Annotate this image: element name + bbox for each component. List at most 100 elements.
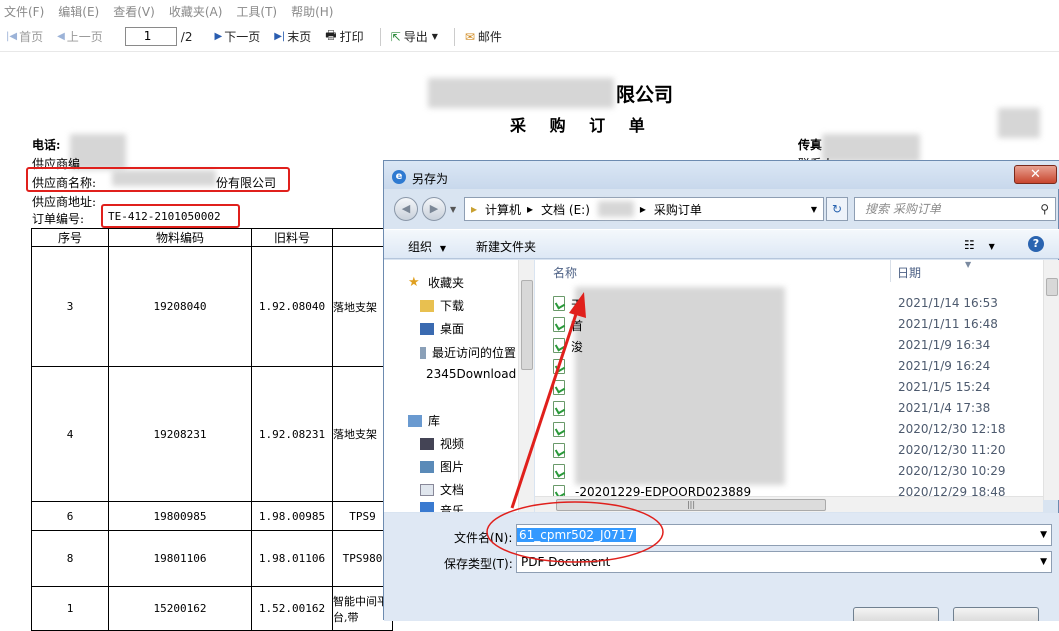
cell-old: 1.98.00985 [251, 501, 333, 531]
table-header-row: 序号 物料编码 旧料号 [31, 228, 393, 247]
nav-downloads[interactable]: 下载 [420, 297, 464, 314]
nav-music[interactable]: 音乐 [420, 502, 464, 512]
desktop-icon [420, 322, 434, 335]
header-material-code: 物料编码 [108, 228, 252, 247]
mail-button[interactable]: ✉ 邮件 [461, 26, 506, 47]
redacted-fax [822, 134, 920, 162]
table-row: 3 19208040 1.92.08040 落地支架 [31, 246, 393, 367]
video-icon [420, 437, 434, 450]
column-date[interactable]: 日期 [897, 260, 921, 284]
highlight-box-order-number [101, 204, 240, 228]
nav-2345downloads[interactable]: 2345Downloads [420, 367, 516, 381]
header-seq: 序号 [31, 228, 109, 247]
menu-tools[interactable]: 工具(T) [236, 3, 277, 20]
file-list: 名称 日期 ▼ 天 2021/1/14 16:53 首 2021/1/11 16:4… [535, 260, 1059, 500]
chevron-down-icon: ▼ [1040, 557, 1047, 567]
pictures-icon [420, 460, 434, 473]
search-input[interactable]: 搜索 采购订单 ⚲ [854, 197, 1056, 221]
file-list-scrollbar-thumb[interactable] [1046, 278, 1058, 296]
cell-code: 19208231 [108, 366, 252, 502]
file-row[interactable]: 2020/12/30 11:20 [543, 441, 1043, 462]
file-row[interactable]: 2021/1/4 17:38 [543, 399, 1043, 420]
company-name-suffix: 限公司 [616, 84, 674, 106]
first-page-button[interactable]: |◀ 首页 [2, 26, 47, 47]
file-row[interactable]: 浚 2021/1/9 16:34 [543, 336, 1043, 357]
menu-file[interactable]: 文件(F) [4, 3, 44, 20]
nav-desktop[interactable]: 桌面 [420, 320, 464, 337]
menu-edit[interactable]: 编辑(E) [58, 3, 99, 20]
redacted-logo [998, 108, 1040, 138]
chevron-down-icon[interactable]: ▼ [1040, 525, 1047, 545]
file-row[interactable]: 2020/12/30 10:29 [543, 462, 1043, 483]
nav-recent[interactable]: 最近访问的位置 [420, 344, 516, 361]
cell-seq: 3 [31, 246, 109, 367]
save-options-pane: 文件名(N): 61_cpmr502_J0717 ▼ 保存类型(T): PDF D… [384, 513, 1059, 621]
refresh-button[interactable]: ↻ [826, 197, 848, 221]
new-folder-button[interactable]: 新建文件夹 [476, 238, 536, 255]
file-row[interactable]: 2020/12/30 12:18 [543, 420, 1043, 441]
last-page-button[interactable]: ▶| 末页 [270, 26, 315, 47]
dialog-title-bar[interactable]: e 另存为 ✕ [384, 161, 1059, 189]
file-list-scrollbar[interactable] [1043, 260, 1059, 500]
file-list-horizontal-scrollbar[interactable]: ||| [535, 496, 1043, 512]
filename-label: 文件名(N): [454, 531, 513, 545]
table-row: 1 15200162 1.52.00162 智能中间平台,带 [31, 586, 393, 631]
envelope-icon: ✉ [464, 29, 475, 44]
order-table: 序号 物料编码 旧料号 3 19208040 1.92.08040 落地支架 4… [31, 228, 393, 631]
file-row[interactable]: 首 2021/1/11 16:48 [543, 315, 1043, 336]
page-total: /2 [180, 29, 193, 44]
address-row: ◀ ▶ ▼ ▸ 计算机 ▸ 文档 (E:) ▸ 采购订单 ▼ ↻ 搜索 采购订单… [384, 193, 1059, 223]
table-row: 6 19800985 1.98.00985 TPS9 [31, 501, 393, 531]
history-dropdown-icon[interactable]: ▼ [450, 205, 456, 214]
column-name[interactable]: 名称 [553, 260, 577, 284]
print-button[interactable]: 🖶 打印 [321, 24, 367, 49]
phone-label: 电话: [32, 138, 61, 152]
pdf-file-icon [553, 401, 565, 416]
sort-indicator-icon: ▼ [965, 260, 972, 269]
close-button[interactable]: ✕ [1014, 165, 1057, 184]
cell-code: 19800985 [108, 501, 252, 531]
menu-view[interactable]: 查看(V) [113, 3, 155, 20]
filename-input[interactable]: 61_cpmr502_J0717 ▼ [516, 524, 1052, 546]
breadcrumb-folder[interactable]: 采购订单 [654, 201, 702, 218]
back-button[interactable]: ◀ [394, 197, 418, 221]
nav-pictures[interactable]: 图片 [420, 458, 464, 475]
save-button[interactable] [853, 607, 939, 621]
file-row[interactable]: 天 2021/1/14 16:53 [543, 294, 1043, 315]
star-icon: ★ [408, 274, 420, 290]
cell-old: 1.92.08231 [251, 366, 333, 502]
page-number-input[interactable]: 1 [124, 27, 177, 46]
chevron-down-icon[interactable]: ▼ [811, 205, 817, 214]
help-icon[interactable]: ? [1028, 236, 1044, 252]
chevron-down-icon: ▼ [988, 242, 995, 251]
forward-button[interactable]: ▶ [422, 197, 446, 221]
export-button[interactable]: ⇱ 导出 ▼ [387, 26, 442, 47]
horizontal-scrollbar-thumb[interactable]: ||| [556, 499, 826, 511]
file-row[interactable]: 2021/1/9 16:24 [543, 357, 1043, 378]
filetype-select[interactable]: PDF Document ▼ [516, 551, 1052, 573]
menu-help[interactable]: 帮助(H) [291, 3, 333, 20]
nav-scrollbar[interactable] [518, 260, 534, 512]
nav-video[interactable]: 视频 [420, 435, 464, 452]
nav-scrollbar-thumb[interactable] [521, 280, 533, 370]
nav-favorites[interactable]: ★ 收藏夹 [408, 274, 464, 291]
pdf-file-icon [553, 317, 565, 332]
view-options-button[interactable]: ☷ ▼ [964, 238, 995, 252]
report-toolbar: |◀ 首页 ◀ 上一页 1 /2 ▶ 下一页 ▶| 末页 🖶 打印 ⇱ 导出 ▼ ✉ 邮件 [0, 22, 1059, 52]
menu-favorites[interactable]: 收藏夹(A) [169, 3, 223, 20]
file-row[interactable]: 2021/1/5 15:24 [543, 378, 1043, 399]
folder-icon: ▸ [471, 202, 478, 216]
filename-value: 61_cpmr502_J0717 [517, 528, 637, 542]
nav-library[interactable]: 库 [408, 412, 440, 429]
cell-code: 19208040 [108, 246, 252, 367]
prev-page-button[interactable]: ◀ 上一页 [53, 26, 107, 47]
breadcrumb-drive[interactable]: 文档 (E:) [541, 201, 590, 218]
dialog-title: 另存为 [412, 172, 449, 186]
next-page-button[interactable]: ▶ 下一页 [210, 26, 264, 47]
nav-documents[interactable]: 文档 [420, 481, 464, 498]
cancel-button[interactable] [953, 607, 1039, 621]
breadcrumb-computer[interactable]: 计算机 [485, 201, 521, 218]
address-bar[interactable]: ▸ 计算机 ▸ 文档 (E:) ▸ 采购订单 ▼ [464, 197, 824, 221]
cell-code: 15200162 [108, 586, 252, 631]
organize-button[interactable]: 组织 ▼ [408, 238, 446, 255]
